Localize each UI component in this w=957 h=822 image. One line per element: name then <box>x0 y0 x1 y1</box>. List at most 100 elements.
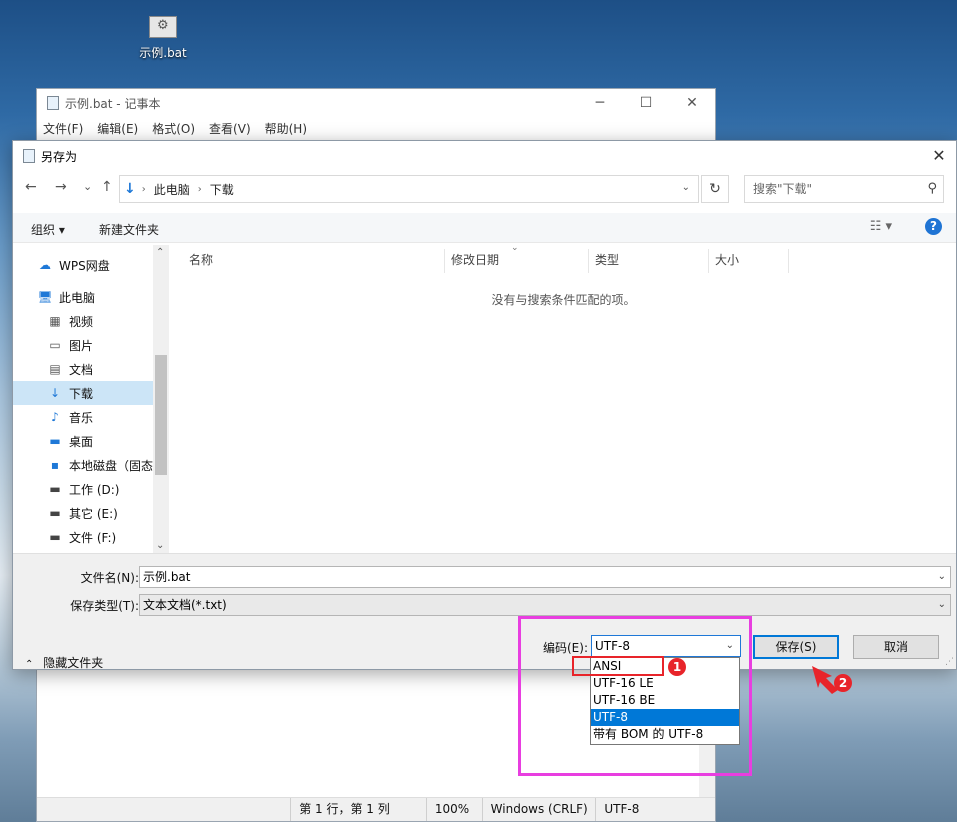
menu-edit[interactable]: 编辑(E) <box>97 120 138 137</box>
status-position: 第 1 行，第 1 列 <box>290 798 426 821</box>
column-type[interactable]: 类型 <box>589 249 709 273</box>
dialog-bottom-panel: 文件名(N): 示例.bat ⌄ 保存类型(T): 文本文档(*.txt) ⌄ … <box>13 553 956 671</box>
view-options-icon[interactable]: ☷ ▾ <box>870 219 892 234</box>
sidebar-item-label: 此电脑 <box>59 290 96 305</box>
drive-icon: ▪ <box>50 458 60 472</box>
sidebar-item-label: 文件 (F:) <box>69 530 117 545</box>
column-date-modified[interactable]: 修改日期 <box>445 249 589 273</box>
back-arrow-icon[interactable]: ← <box>25 179 37 195</box>
sidebar-item-label: 本地磁盘（固态 <box>68 458 153 473</box>
search-placeholder: 搜索"下载" <box>753 182 813 196</box>
annotation-badge-1: 1 <box>668 658 686 676</box>
sidebar-item[interactable]: ↓ 下载 <box>13 381 153 405</box>
search-input[interactable]: 搜索"下载" ⚲ <box>744 175 944 203</box>
dialog-icon <box>23 149 35 163</box>
chevron-up-icon: ⌃ <box>25 659 34 670</box>
sidebar-item[interactable]: ▬ 其它 (E:) <box>13 501 153 525</box>
menu-format[interactable]: 格式(O) <box>152 120 195 137</box>
scrollbar-thumb[interactable] <box>155 355 167 475</box>
save-button[interactable]: 保存(S) <box>753 635 839 659</box>
annotation-badge-2: 2 <box>834 674 852 692</box>
sidebar-item[interactable]: ☁ WPS网盘 <box>13 253 153 277</box>
resize-grip-icon[interactable]: ⋰ <box>945 657 954 667</box>
picture-icon: ▭ <box>49 338 61 352</box>
sidebar-item-label: 其它 (E:) <box>69 506 118 521</box>
hide-folders-label: 隐藏文件夹 <box>43 656 104 670</box>
sidebar-item-label: 视频 <box>69 314 94 329</box>
cloud-icon: ☁ <box>39 258 51 272</box>
sidebar-item[interactable]: ▭ 图片 <box>13 333 153 357</box>
dialog-close-button[interactable]: ✕ <box>922 141 956 171</box>
new-folder-button[interactable]: 新建文件夹 <box>99 221 159 238</box>
sidebar-item-label: 图片 <box>69 338 94 353</box>
chevron-right-icon: › <box>197 183 202 195</box>
chevron-down-icon[interactable]: ⌄ <box>938 595 946 615</box>
sidebar-item-label: WPS网盘 <box>59 258 110 273</box>
sidebar-item[interactable]: 🖥 此电脑 <box>13 285 153 309</box>
computer-icon: 🖥 <box>37 290 53 304</box>
chevron-down-icon[interactable]: ⌄ <box>682 182 690 193</box>
sidebar-item-label: 文档 <box>69 362 94 377</box>
menu-file[interactable]: 文件(F) <box>43 120 83 137</box>
status-zoom: 100% <box>425 798 482 821</box>
chevron-right-icon: › <box>141 183 146 195</box>
close-button[interactable]: ✕ <box>669 89 715 117</box>
address-bar[interactable]: ↓ › 此电脑 › 下载 ⌄ <box>119 175 699 203</box>
annotation-ansi-box <box>572 656 664 676</box>
sidebar-item[interactable]: ▬ 桌面 <box>13 429 153 453</box>
desktop-icon: ▬ <box>49 434 61 448</box>
column-name[interactable]: 名称 <box>183 249 445 273</box>
chevron-down-icon[interactable]: ⌄ <box>156 540 164 551</box>
notepad-statusbar: 第 1 行，第 1 列 100% Windows (CRLF) UTF-8 <box>37 797 715 821</box>
status-encoding: UTF-8 <box>595 798 715 821</box>
breadcrumb-this-pc[interactable]: 此电脑 <box>154 181 190 198</box>
sidebar-item-label: 下载 <box>69 386 94 401</box>
organize-button[interactable]: 组织 ▾ <box>31 221 65 238</box>
download-icon: ↓ <box>49 386 61 400</box>
navigation-pane: ☁ WPS网盘 🖥 此电脑 ▦ 视频 ▭ 图片 ▤ 文档 ↓ 下载 ♪ 音乐 ▬ 桌面 ▪ 本地磁盘（固态 ▬ 工作 … <box>13 245 169 553</box>
file-list-pane: ⌄ 名称 修改日期 类型 大小 没有与搜索条件匹配的项。 <box>171 243 956 553</box>
maximize-button[interactable]: ☐ <box>623 89 669 117</box>
filename-field[interactable]: 示例.bat ⌄ <box>139 566 951 588</box>
sidebar-item[interactable]: ♪ 音乐 <box>13 405 153 429</box>
music-icon: ♪ <box>51 410 59 424</box>
menu-view[interactable]: 查看(V) <box>209 120 251 137</box>
filename-label: 文件名(N): <box>80 571 139 585</box>
notepad-title: 示例.bat - 记事本 <box>65 96 161 111</box>
save-as-dialog: 另存为 ✕ ← → ⌄ ↑ ↓ › 此电脑 › 下载 ⌄ ↻ 搜索"下载" ⚲ … <box>12 140 957 670</box>
video-icon: ▦ <box>49 314 61 328</box>
downloads-folder-icon: ↓ <box>124 181 136 197</box>
sidebar-item[interactable]: ▦ 视频 <box>13 309 153 333</box>
up-arrow-icon[interactable]: ↑ <box>101 179 113 195</box>
minimize-button[interactable]: ─ <box>577 89 623 117</box>
desktop-file-icon[interactable]: 示例.bat <box>132 14 194 70</box>
sidebar-item[interactable]: ▬ 工作 (D:) <box>13 477 153 501</box>
filetype-label: 保存类型(T): <box>70 599 139 613</box>
chevron-up-icon[interactable]: ⌃ <box>156 247 164 258</box>
dialog-titlebar: 另存为 <box>13 141 956 171</box>
refresh-button[interactable]: ↻ <box>701 175 729 203</box>
annotation-highlight-box <box>518 616 752 776</box>
sidebar-item-label: 音乐 <box>69 410 94 425</box>
recent-locations-icon[interactable]: ⌄ <box>83 180 92 193</box>
document-icon: ▤ <box>49 362 61 376</box>
sidebar-item[interactable]: ▤ 文档 <box>13 357 153 381</box>
notepad-icon <box>47 96 59 110</box>
empty-results-message: 没有与搜索条件匹配的项。 <box>491 293 636 307</box>
chevron-down-icon[interactable]: ⌄ <box>938 567 946 587</box>
cancel-button[interactable]: 取消 <box>853 635 939 659</box>
filename-value: 示例.bat <box>143 570 191 584</box>
sidebar-item[interactable]: ▬ 文件 (F:) <box>13 525 153 549</box>
status-line-ending: Windows (CRLF) <box>481 798 596 821</box>
sidebar-item-label: 桌面 <box>69 434 94 449</box>
breadcrumb-downloads[interactable]: 下载 <box>210 181 234 198</box>
help-icon[interactable]: ? <box>925 218 942 235</box>
hide-folders-toggle[interactable]: ⌃ 隐藏文件夹 <box>25 654 103 671</box>
column-size[interactable]: 大小 <box>709 249 789 273</box>
forward-arrow-icon[interactable]: → <box>55 179 67 195</box>
navigation-scrollbar[interactable]: ⌃ ⌄ <box>153 245 169 553</box>
menu-help[interactable]: 帮助(H) <box>265 120 307 137</box>
sidebar-item[interactable]: ▪ 本地磁盘（固态 <box>13 453 153 477</box>
sidebar-item-label: 工作 (D:) <box>69 482 120 497</box>
filetype-select[interactable]: 文本文档(*.txt) ⌄ <box>139 594 951 616</box>
